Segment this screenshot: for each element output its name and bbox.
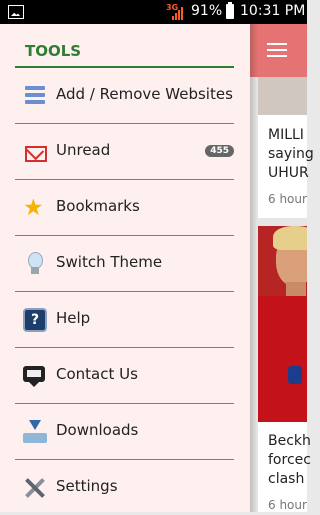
drawer-item-switch-theme[interactable]: Switch Theme bbox=[15, 236, 234, 292]
article-thumbnail[interactable] bbox=[258, 77, 307, 115]
article-title-line[interactable]: MILLI bbox=[268, 126, 304, 145]
battery-percent: 91% bbox=[191, 3, 223, 19]
article-title-line[interactable]: UHUR bbox=[268, 164, 309, 183]
drawer-item-label: Settings bbox=[56, 477, 118, 495]
drawer-item-label: Bookmarks bbox=[56, 197, 140, 215]
clock: 10:31 PM bbox=[240, 3, 306, 19]
bulb-icon bbox=[23, 252, 47, 276]
mail-icon bbox=[25, 146, 47, 162]
article-title-line[interactable]: Beckh bbox=[268, 432, 311, 451]
hamburger-icon bbox=[267, 43, 287, 57]
chat-icon bbox=[23, 366, 45, 387]
drawer-item-label: Switch Theme bbox=[56, 253, 163, 271]
status-bar: 3G 91% 10:31 PM bbox=[0, 0, 307, 24]
drawer-item-contact-us[interactable]: Contact Us bbox=[15, 348, 234, 404]
download-icon bbox=[23, 420, 47, 444]
drawer-title: TOOLS bbox=[25, 42, 82, 60]
drawer-item-label: Unread bbox=[56, 141, 111, 159]
navigation-drawer: TOOLS Add / Remove Websites Unread 455 ★… bbox=[0, 24, 250, 512]
article-title-line[interactable]: saying bbox=[268, 145, 314, 164]
drawer-item-label: Add / Remove Websites bbox=[56, 85, 233, 103]
drawer-item-settings[interactable]: Settings bbox=[15, 460, 234, 515]
drawer-item-add-remove-websites[interactable]: Add / Remove Websites bbox=[15, 68, 234, 124]
list-icon bbox=[23, 84, 47, 108]
drawer-item-label: Help bbox=[56, 309, 91, 327]
unread-count-badge: 455 bbox=[205, 145, 234, 157]
drawer-item-bookmarks[interactable]: ★ Bookmarks bbox=[15, 180, 234, 236]
battery-icon bbox=[226, 2, 234, 19]
drawer-item-label: Downloads bbox=[56, 421, 139, 439]
article-time: 6 hour bbox=[268, 498, 307, 512]
drawer-item-label: Contact Us bbox=[56, 365, 138, 383]
article-time: 6 hour bbox=[268, 192, 307, 206]
help-icon: ? bbox=[23, 308, 47, 332]
article-title-line[interactable]: clash bbox=[268, 470, 304, 489]
star-icon: ★ bbox=[23, 195, 44, 221]
article-divider bbox=[258, 218, 307, 226]
menu-button[interactable] bbox=[250, 24, 307, 77]
article-title-line[interactable]: forcec bbox=[268, 451, 311, 470]
article-thumbnail[interactable] bbox=[258, 226, 307, 422]
drawer-shadow bbox=[250, 24, 258, 512]
tools-icon bbox=[23, 476, 47, 500]
signal-icon bbox=[172, 6, 186, 20]
drawer-item-downloads[interactable]: Downloads bbox=[15, 404, 234, 460]
gallery-notification-icon bbox=[8, 5, 24, 19]
drawer-item-help[interactable]: ? Help bbox=[15, 292, 234, 348]
drawer-item-unread[interactable]: Unread 455 bbox=[15, 124, 234, 180]
